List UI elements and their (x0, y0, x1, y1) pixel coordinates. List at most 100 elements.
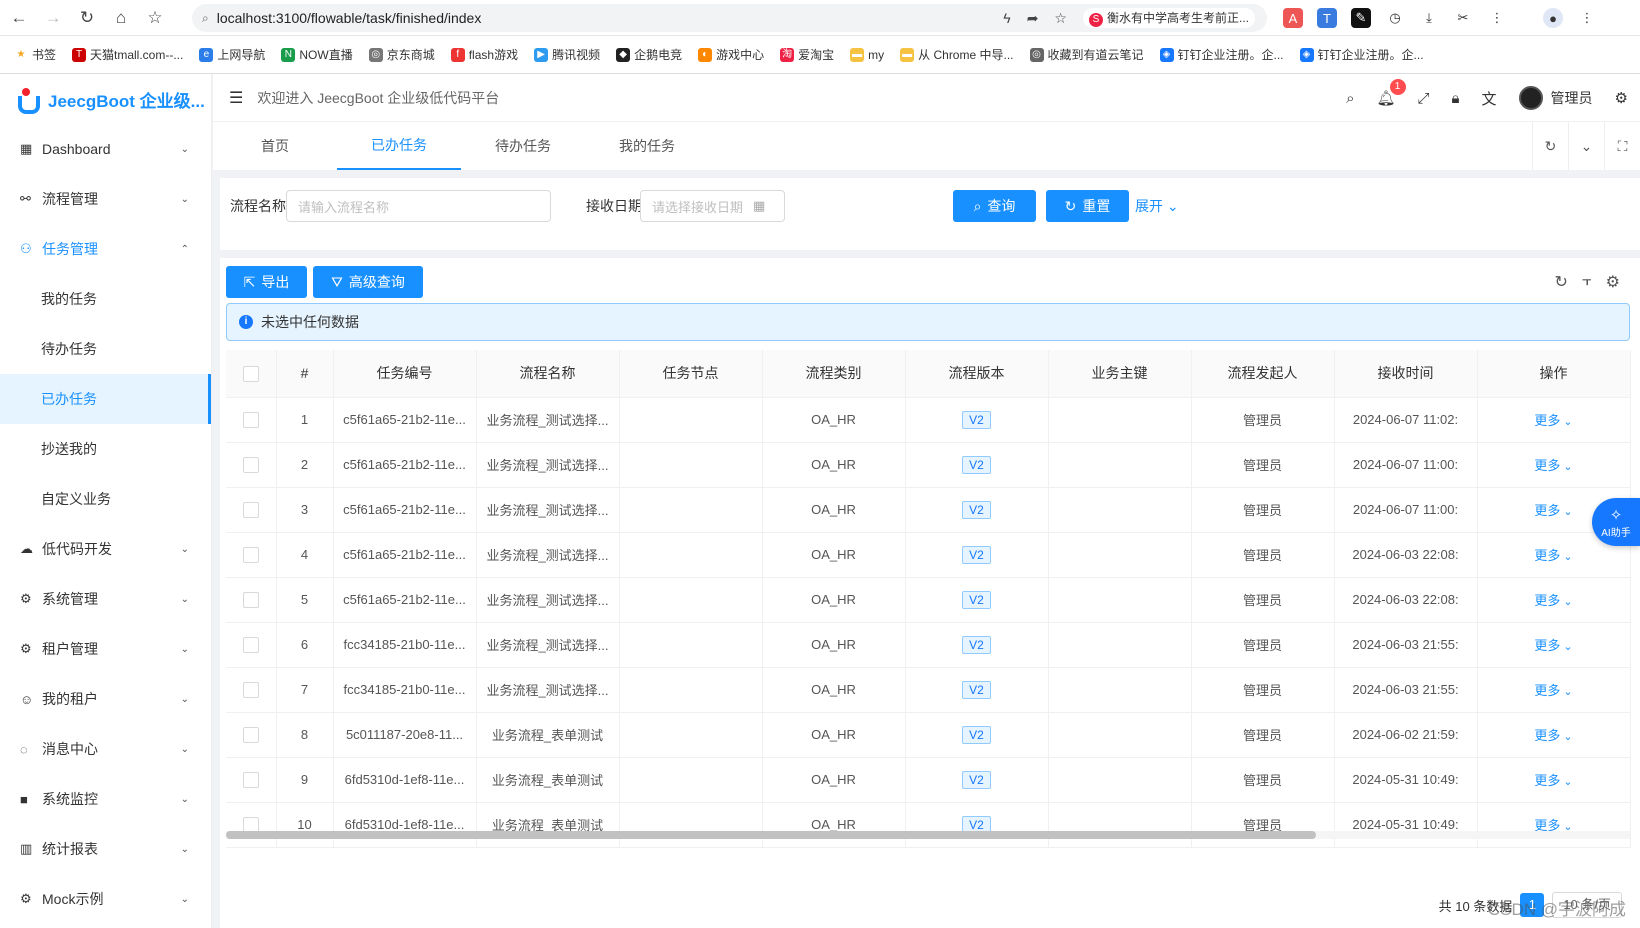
more-dropdown[interactable]: 更多 (1534, 683, 1572, 698)
tab-todo-task[interactable]: 待办任务 (461, 122, 585, 170)
bookmark-item[interactable]: ◎ 收藏到有道云笔记 (1029, 46, 1144, 63)
sidebar-sub-todo-task[interactable]: 待办任务 (0, 324, 211, 374)
more-vertical-icon[interactable]: ⋮ (1487, 8, 1507, 28)
more-dropdown[interactable]: 更多 (1534, 728, 1572, 743)
sidebar-item-flow[interactable]: ⚯ 流程管理 ⌄ (0, 174, 211, 224)
cell-op[interactable]: 更多 (1477, 667, 1631, 713)
fullscreen-icon[interactable]: ⤢ (1418, 90, 1430, 107)
query-button[interactable]: ⌕ 查询 (953, 190, 1036, 222)
sidebar-item-task[interactable]: ⚇ 任务管理 ⌃ (0, 224, 211, 274)
bookmark-item[interactable]: ▶ 腾讯视频 (534, 46, 600, 63)
row-checkbox[interactable] (226, 397, 277, 443)
table-row[interactable]: 7 fcc34185-21b0-11e... 业务流程_测试选择... OA_HR V2… (226, 667, 1631, 713)
table-row[interactable]: 4 c5f61a65-21b2-11e... 业务流程_测试选择... OA_HR V2… (226, 532, 1631, 578)
more-dropdown[interactable]: 更多 (1534, 638, 1572, 653)
row-checkbox[interactable] (226, 487, 277, 533)
bookmark-item[interactable]: e 上网导航 (199, 46, 265, 63)
row-checkbox[interactable] (226, 622, 277, 668)
maximize-icon[interactable]: ⛶ (1604, 122, 1640, 170)
refresh-icon[interactable]: ↻ (1555, 272, 1568, 292)
more-dropdown[interactable]: 更多 (1534, 413, 1572, 428)
sidebar-item-monitor[interactable]: ■ 系统监控 ⌄ (0, 774, 211, 824)
bookmark-folder[interactable]: ▬ 从 Chrome 中导... (900, 46, 1014, 63)
pdf-extension-icon[interactable]: A (1283, 8, 1303, 28)
extension-tag[interactable]: 衡水有中学高考生考前正... (1082, 8, 1255, 28)
scrollbar-thumb[interactable] (226, 831, 1316, 839)
sidebar-sub-cc-me[interactable]: 抄送我的 (0, 424, 211, 474)
bookmark-item[interactable]: N NOW直播 (281, 46, 353, 63)
bookmark-item[interactable]: ◎ 京东商城 (368, 46, 435, 63)
cell-op[interactable]: 更多 (1477, 712, 1631, 758)
sidebar-item-message[interactable]: ◌ 消息中心 ⌄ (0, 724, 211, 774)
row-checkbox[interactable] (226, 442, 277, 488)
tab-done-task[interactable]: 已办任务 (337, 122, 461, 170)
more-dropdown[interactable]: 更多 (1534, 458, 1572, 473)
menu-icon[interactable]: ⋮ (1577, 8, 1597, 28)
user-menu[interactable]: 管理员 (1518, 86, 1593, 110)
cell-op[interactable]: 更多 (1477, 397, 1631, 443)
table-row[interactable]: 1 c5f61a65-21b2-11e... 业务流程_测试选择... OA_HR V2… (226, 397, 1631, 443)
sidebar-item-dashboard[interactable]: ▦ Dashboard ⌄ (0, 124, 211, 174)
bookmark-item[interactable]: 淘爱淘宝 (780, 46, 834, 63)
lock-icon[interactable]: 🔒︎ (1452, 90, 1460, 107)
receive-date-picker[interactable]: 请选择接收日期 ▦ (640, 190, 785, 222)
row-checkbox[interactable] (226, 712, 277, 758)
horizontal-scrollbar[interactable] (226, 831, 1630, 839)
row-checkbox[interactable] (226, 577, 277, 623)
pen-extension-icon[interactable]: ✎ (1351, 8, 1371, 28)
tab-home[interactable]: 首页 (213, 122, 337, 170)
cell-op[interactable]: 更多 (1477, 442, 1631, 488)
table-row[interactable]: 3 c5f61a65-21b2-11e... 业务流程_测试选择... OA_HR V2… (226, 487, 1631, 533)
advanced-query-button[interactable]: ⛛ 高级查询 (313, 266, 423, 298)
sidebar-item-my-tenant[interactable]: ☺ 我的租户 ⌄ (0, 674, 211, 724)
sidebar-sub-custom-biz[interactable]: 自定义业务 (0, 474, 211, 524)
chevron-down-icon[interactable]: ⌄ (1568, 122, 1604, 170)
forward-icon[interactable]: → (38, 3, 68, 33)
bookmark-item[interactable]: ◈ 钉钉企业注册。企... (1299, 46, 1424, 63)
app-logo[interactable]: JeecgBoot 企业级... (0, 74, 211, 124)
setting-icon[interactable]: ⚙ (1606, 272, 1620, 292)
expand-link[interactable]: 展开 ⌄ (1135, 196, 1179, 216)
more-dropdown[interactable]: 更多 (1534, 593, 1572, 608)
menu-fold-icon[interactable]: ☰ (229, 88, 243, 108)
more-dropdown[interactable]: 更多 (1534, 773, 1572, 788)
table-row[interactable]: 10 6fd5310d-1ef8-11e... 业务流程_表单测试 OA_HR V2 管理… (226, 802, 1631, 848)
sidebar-item-tenant[interactable]: ⚙ 租户管理 ⌄ (0, 624, 211, 674)
ai-helper-button[interactable]: ✧ AI助手 (1592, 498, 1640, 546)
bookmark-item[interactable]: ◈ 钉钉企业注册。企... (1159, 46, 1284, 63)
download-icon[interactable]: ⤓ (1419, 8, 1439, 28)
table-row[interactable]: 8 5c011187-20e8-11... 业务流程_表单测试 OA_HR V2 管理员 2… (226, 712, 1631, 758)
sidebar-item-report[interactable]: ▥ 统计报表 ⌄ (0, 824, 211, 874)
cell-op[interactable]: 更多 (1477, 622, 1631, 668)
bookmark-item[interactable]: ★ 书签 (14, 46, 57, 63)
translate-extension-icon[interactable]: T (1317, 8, 1337, 28)
row-checkbox[interactable] (226, 802, 277, 848)
row-checkbox[interactable] (226, 667, 277, 713)
row-checkbox[interactable] (226, 532, 277, 578)
sidebar-item-lowcode[interactable]: ☁ 低代码开发 ⌄ (0, 524, 211, 574)
settings-icon[interactable]: ⚙ (1615, 89, 1628, 107)
lightning-icon[interactable]: ϟ (1003, 10, 1010, 26)
sidebar-item-system[interactable]: ⚙ 系统管理 ⌄ (0, 574, 211, 624)
cell-op[interactable]: 更多 (1477, 757, 1631, 803)
share-icon[interactable]: ➦ (1027, 10, 1039, 27)
cut-icon[interactable]: ✂ (1453, 8, 1473, 28)
star-icon[interactable]: ☆ (140, 3, 170, 33)
sidebar-item-mock[interactable]: ⚙ Mock示例 ⌄ (0, 874, 211, 924)
cell-op[interactable]: 更多 (1477, 577, 1631, 623)
bookmark-star-icon[interactable]: ☆ (1054, 10, 1067, 27)
reload-icon[interactable]: ↻ (72, 3, 102, 33)
row-checkbox[interactable] (226, 757, 277, 803)
sidebar-sub-done-task[interactable]: 已办任务 (0, 374, 211, 424)
cell-op[interactable]: 更多 (1477, 802, 1631, 848)
home-icon[interactable]: ⌂ (106, 3, 136, 33)
bookmark-item[interactable]: ◆ 企鹅电竞 (616, 46, 682, 63)
search-icon[interactable]: ⌕ (1346, 90, 1354, 107)
more-dropdown[interactable]: 更多 (1534, 503, 1572, 518)
export-button[interactable]: ⇱ 导出 (226, 266, 307, 298)
refresh-tab-icon[interactable]: ↻ (1532, 122, 1568, 170)
bookmark-item[interactable]: T 天猫tmall.com--... (72, 46, 183, 63)
select-all-checkbox[interactable] (226, 350, 277, 398)
bookmark-folder[interactable]: ▬ my (850, 47, 884, 62)
bookmark-item[interactable]: ◐ 游戏中心 (698, 46, 764, 63)
